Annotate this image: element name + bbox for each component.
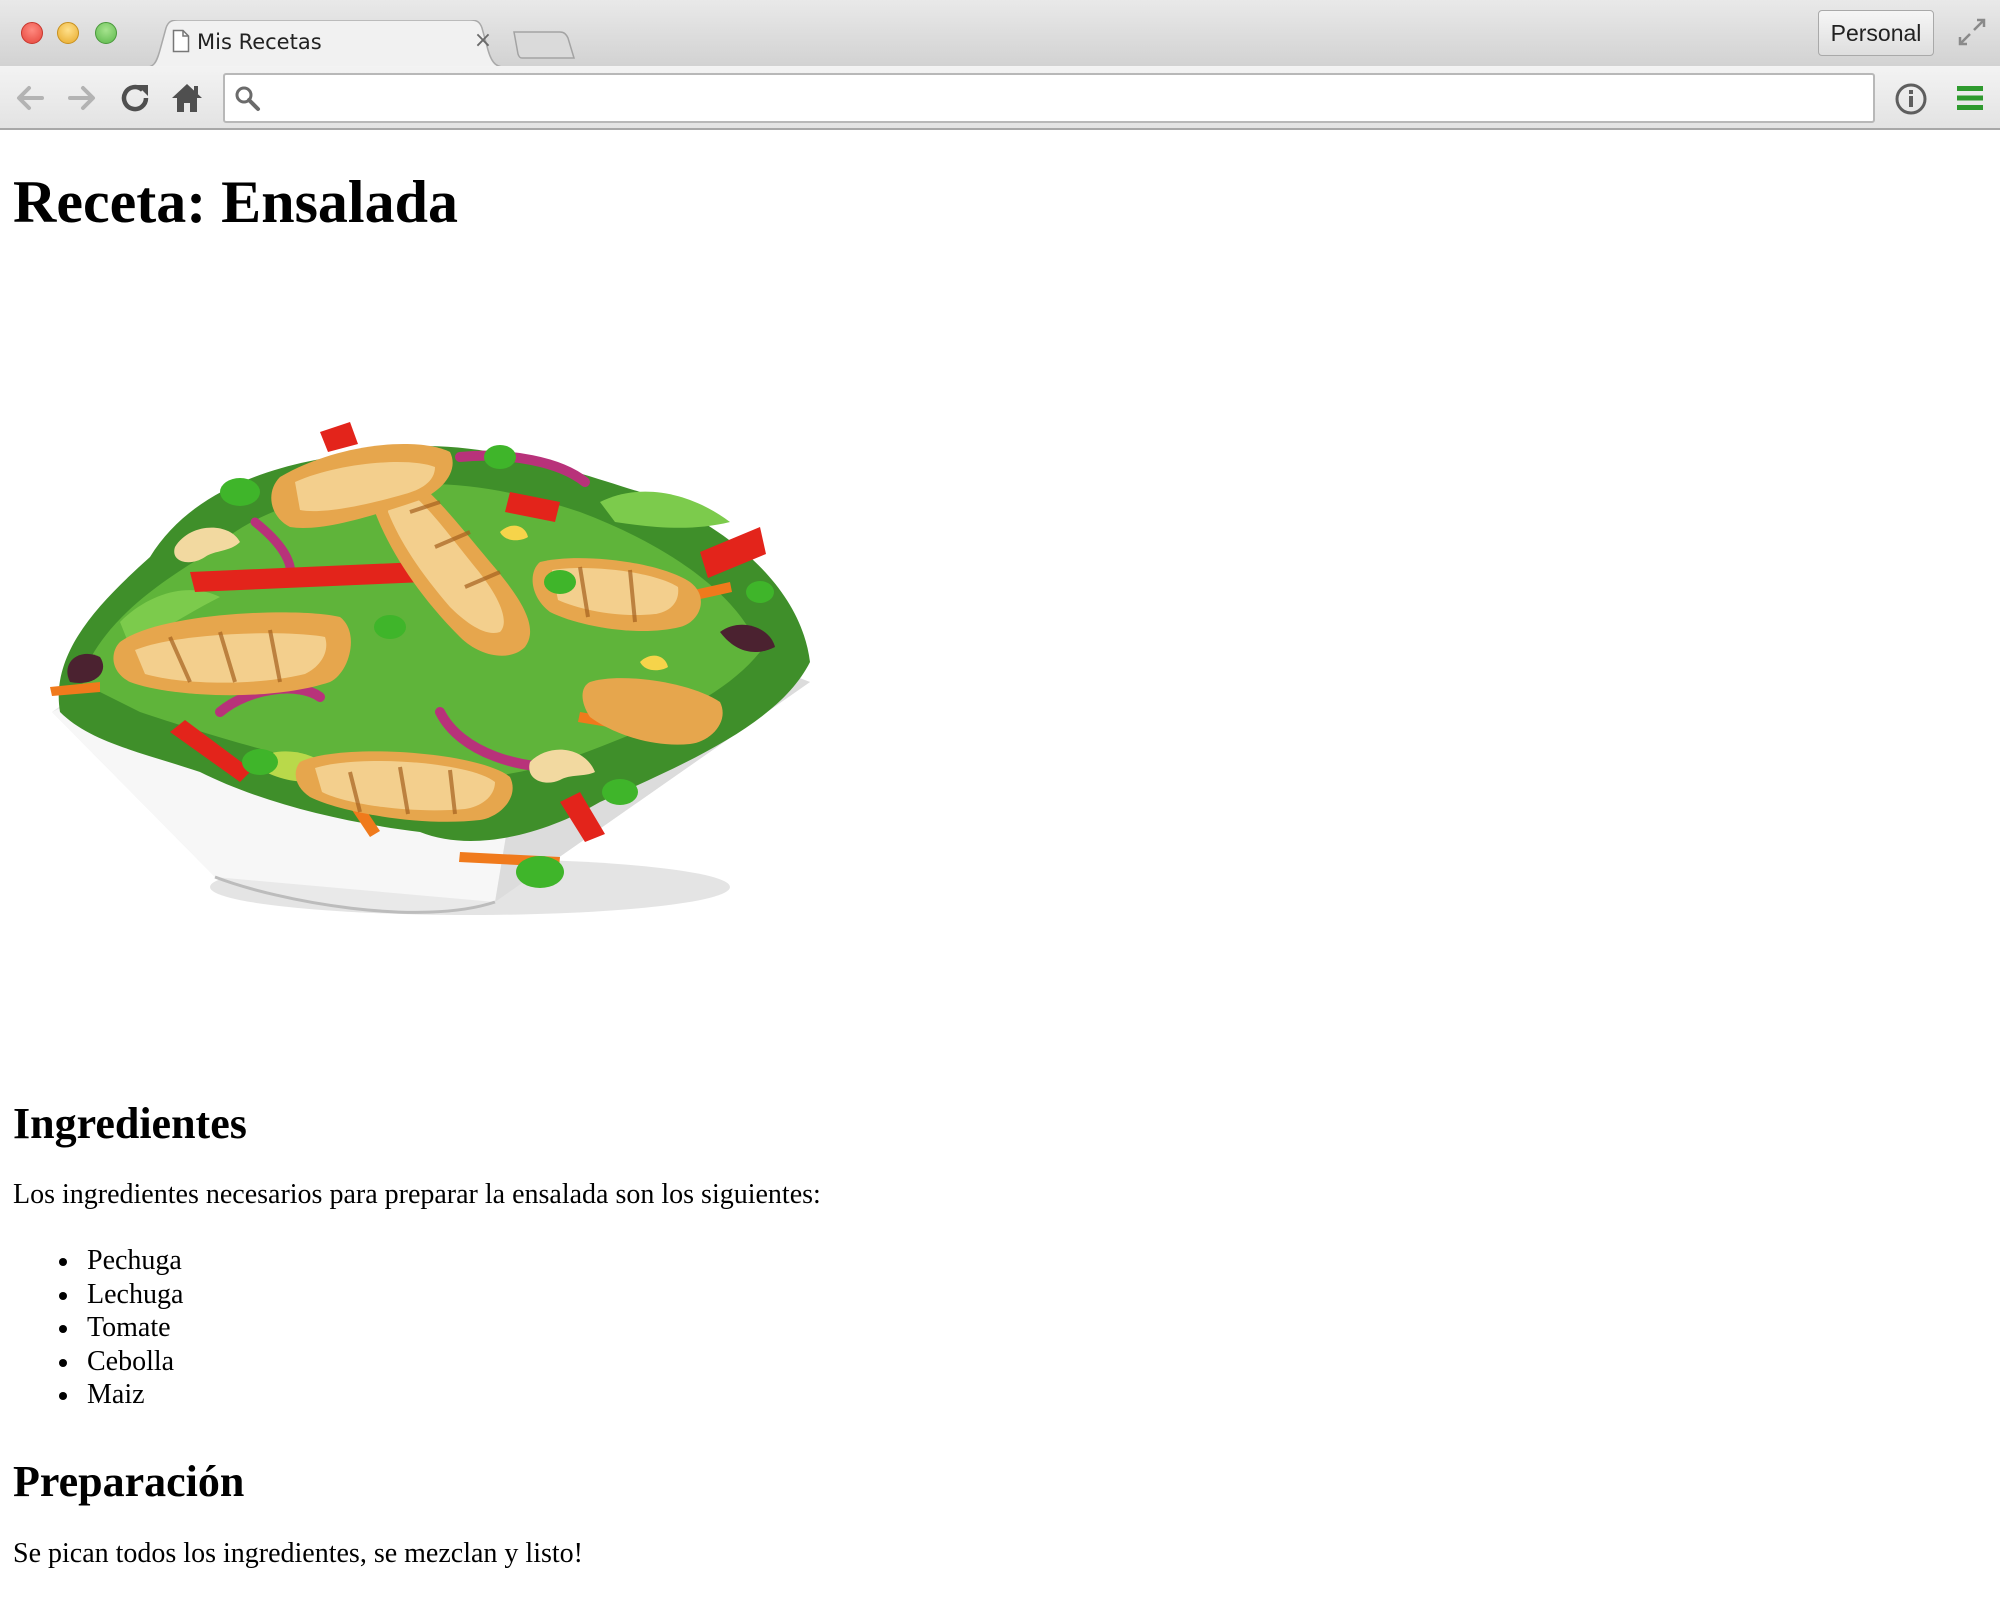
ingredient-label: Tomate [87, 1312, 171, 1343]
fullscreen-icon[interactable] [1956, 16, 1988, 48]
bullet-icon [59, 1291, 67, 1300]
ingredient-label: Lechuga [87, 1278, 184, 1310]
page-title: Receta: Ensalada [13, 169, 458, 235]
document-icon [172, 29, 190, 53]
reload-icon[interactable] [115, 78, 155, 118]
search-icon [235, 86, 260, 111]
address-input[interactable] [272, 80, 1852, 116]
new-tab-button[interactable] [512, 30, 576, 60]
minimize-window-button[interactable] [57, 22, 79, 44]
bullet-icon [59, 1325, 67, 1333]
preparation-text: Se pican todos los ingredientes, se mezc… [13, 1538, 583, 1569]
info-icon[interactable] [1892, 80, 1930, 118]
zoom-window-button[interactable] [95, 22, 117, 44]
tab-title: Mis Recetas [197, 30, 322, 54]
forward-icon[interactable] [62, 78, 102, 118]
bullet-icon [59, 1258, 67, 1266]
preparation-heading: Preparación [13, 1457, 245, 1506]
ingredients-heading: Ingredientes [13, 1099, 247, 1148]
page-content: Receta: Ensalada Ingredientes Los ingred… [0, 132, 2000, 1622]
close-window-button[interactable] [21, 22, 43, 44]
ingredient-label: Cebolla [87, 1345, 175, 1377]
ingredient-label: Pechuga [87, 1245, 182, 1276]
ingredient-label: Maiz [87, 1379, 145, 1410]
tab-close-icon[interactable]: × [470, 28, 496, 54]
back-icon[interactable] [10, 78, 50, 118]
salad-image [50, 422, 811, 915]
browser-tab[interactable] [140, 20, 512, 68]
menu-icon[interactable] [1954, 82, 1986, 114]
home-icon[interactable] [167, 78, 207, 118]
profile-button[interactable]: Personal [1818, 10, 1934, 56]
bullet-icon [59, 1358, 67, 1367]
ingredients-intro: Los ingredientes necesarios para prepara… [13, 1179, 821, 1210]
bullet-icon [59, 1392, 67, 1400]
